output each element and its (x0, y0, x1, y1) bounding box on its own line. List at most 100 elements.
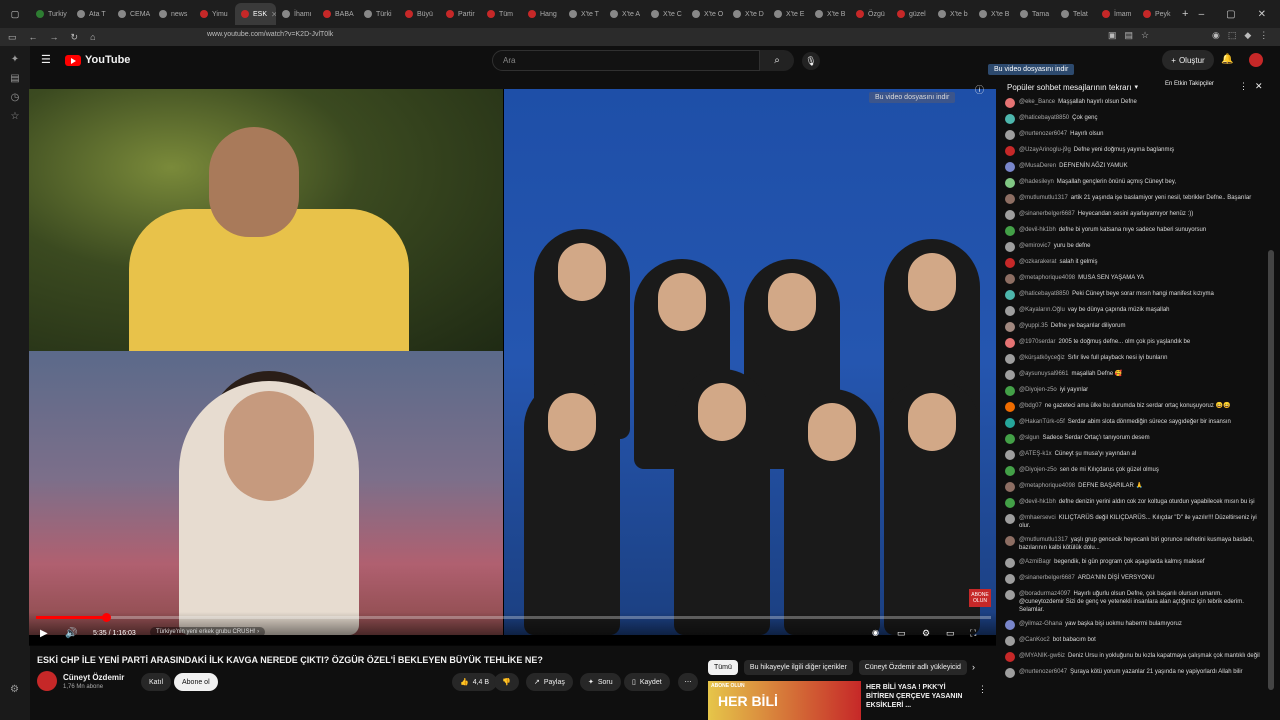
maximize-icon[interactable]: ▢ (1226, 9, 1235, 20)
chat-avatar[interactable] (1005, 574, 1015, 584)
chat-author[interactable]: @eke_Bance (1019, 99, 1055, 105)
chat-author[interactable]: @nurtenozer6047 (1019, 131, 1067, 137)
chapter-chip[interactable]: Türkiye'nin yeni erkek grubu CRUSH! › (150, 627, 266, 637)
back-icon[interactable]: ← (29, 32, 38, 42)
chat-author[interactable]: @aysunuysal9661 (1019, 371, 1068, 377)
chat-author[interactable]: @hadesileyn (1019, 179, 1054, 185)
related-chip[interactable]: Tümü (708, 660, 738, 675)
subscribe-button[interactable]: Abone ol (174, 673, 218, 691)
theater-icon[interactable]: ▭ (946, 628, 955, 639)
chat-avatar[interactable] (1005, 450, 1015, 460)
more-actions-button[interactable]: ⋯ (678, 673, 698, 691)
browser-tab[interactable]: X'te C (645, 3, 686, 25)
chat-author[interactable]: @Diyojen-z5o (1019, 387, 1057, 393)
chat-avatar[interactable] (1005, 146, 1015, 156)
chat-avatar[interactable] (1005, 418, 1015, 428)
browser-tab[interactable]: X'te b (932, 3, 973, 25)
related-chip[interactable]: Cüneyt Özdemir adlı yükleyicid (858, 660, 967, 675)
chat-author[interactable]: @HakanTürk-o5f (1019, 419, 1065, 425)
chat-avatar[interactable] (1005, 242, 1015, 252)
sidebar-settings-icon[interactable]: ⚙ (10, 684, 19, 695)
url-field[interactable]: www.youtube.com/watch?v=K2D-JvlT0lk (207, 31, 333, 38)
chat-avatar[interactable] (1005, 226, 1015, 236)
chat-author[interactable]: @CanKoc2 (1019, 637, 1050, 643)
chat-avatar[interactable] (1005, 498, 1015, 508)
search-button[interactable]: ⌕ (760, 50, 794, 71)
browser-tab[interactable]: Ata T (71, 3, 112, 25)
home-icon[interactable]: ⌂ (90, 32, 95, 42)
chat-author[interactable]: @Diyojen-z5o (1019, 467, 1057, 473)
chat-avatar[interactable] (1005, 194, 1015, 204)
subtitles-icon[interactable]: ▭ (897, 628, 906, 639)
ask-button[interactable]: ✦ Soru (580, 673, 621, 691)
sidebar-bookmarks-icon[interactable]: ☆ (0, 111, 30, 122)
channel-name[interactable]: Cüneyt Özdemir (63, 673, 124, 682)
youtube-logo[interactable]: YouTube (65, 54, 130, 66)
share-button[interactable]: ↗ Paylaş (526, 673, 573, 691)
scrubber-knob[interactable] (101, 613, 111, 622)
subscribe-watermark[interactable]: ABONE OLUN (969, 589, 991, 607)
browser-tab[interactable]: X'te A (604, 3, 645, 25)
chat-avatar[interactable] (1005, 290, 1015, 300)
browser-tab[interactable]: X'te D (727, 3, 768, 25)
chat-avatar[interactable] (1005, 322, 1015, 332)
browser-tab[interactable]: Hang (522, 3, 563, 25)
chat-author[interactable]: @haticebayat8850 (1019, 115, 1069, 121)
chat-author[interactable]: @sinanerbelger6687 (1019, 575, 1075, 581)
chat-avatar[interactable] (1005, 434, 1015, 444)
channel-avatar[interactable] (37, 671, 57, 691)
sidebar-reading-icon[interactable]: ▤ (0, 73, 30, 84)
like-button[interactable]: 👍 4,4 B (452, 673, 498, 691)
sidebar-toggle-icon[interactable]: ▭ (8, 32, 17, 43)
sidebar-history-icon[interactable]: ◷ (0, 92, 30, 103)
chat-author[interactable]: @emirovic7 (1019, 243, 1051, 249)
chat-scrollbar[interactable] (1268, 250, 1274, 690)
browser-tab[interactable]: Yimu (194, 3, 235, 25)
chat-author[interactable]: @ATEŞ-k1x (1019, 451, 1052, 457)
browser-tab[interactable]: Telat (1055, 3, 1096, 25)
minimize-icon[interactable]: – (1199, 9, 1205, 20)
browser-tab[interactable]: İhamı (276, 3, 317, 25)
top-fans-button[interactable]: En Etkin Takipçiler (1165, 81, 1214, 87)
browser-tab[interactable]: İmam (1096, 3, 1137, 25)
related-more-icon[interactable]: ⋮ (978, 684, 987, 695)
browser-tab[interactable]: X'te B (809, 3, 850, 25)
chat-author[interactable]: @AzmiBagr (1019, 559, 1051, 565)
chat-author[interactable]: @metaphorique4098 (1019, 275, 1075, 281)
chevron-down-icon[interactable]: ▾ (1135, 83, 1139, 91)
search-input[interactable]: Ara (492, 50, 760, 71)
browser-tab[interactable]: CEMA (112, 3, 153, 25)
browser-tab[interactable]: BABA (317, 3, 358, 25)
create-button[interactable]: + Oluştur (1162, 50, 1214, 70)
chat-avatar[interactable] (1005, 306, 1015, 316)
browser-tab[interactable]: Büyü (399, 3, 440, 25)
browser-tab[interactable]: ESK ✕ (235, 3, 276, 25)
chat-author[interactable]: @1970serdar (1019, 339, 1055, 345)
reload-icon[interactable]: ↻ (71, 32, 79, 43)
chat-avatar[interactable] (1005, 558, 1015, 568)
chat-avatar[interactable] (1005, 590, 1015, 600)
chat-author[interactable]: @metaphorique4098 (1019, 483, 1075, 489)
forward-icon[interactable]: → (50, 32, 59, 42)
related-chip[interactable]: Bu hikayeyle ilgili diğer içerikler (743, 660, 853, 675)
chips-next-icon[interactable]: › (972, 662, 975, 672)
chat-avatar[interactable] (1005, 466, 1015, 476)
tab-overview-icon[interactable]: ▢ (0, 9, 30, 20)
chat-author[interactable]: @haticebayat8850 (1019, 291, 1069, 297)
new-tab-icon[interactable]: + (1182, 8, 1188, 20)
chat-mode-dropdown[interactable]: Popüler sohbet mesajlarının tekrarı (1007, 83, 1132, 92)
related-title[interactable]: HER BİLİ YASA ! PKK'Yİ BİTİREN ÇERÇEVE Y… (866, 683, 974, 710)
save-button[interactable]: ▯ Kaydet (624, 673, 670, 691)
chat-avatar[interactable] (1005, 210, 1015, 220)
related-thumbnail[interactable]: ABONE OLUN HER BİLİ (708, 681, 861, 720)
chat-avatar[interactable] (1005, 620, 1015, 630)
chat-avatar[interactable] (1005, 370, 1015, 380)
autoplay-toggle[interactable]: ◉ (872, 628, 879, 637)
video-player[interactable]: Bu video dosyasını indir ABONE OLUN (29, 89, 996, 645)
chat-author[interactable]: @devil-hk1bh (1019, 499, 1056, 505)
chat-avatar[interactable] (1005, 258, 1015, 268)
dislike-button[interactable]: 👎 (494, 673, 519, 691)
chat-author[interactable]: @yilmaz-Ghana (1019, 621, 1062, 627)
browser-tab[interactable]: Tama (1014, 3, 1055, 25)
chat-author[interactable]: @yuppi.35 (1019, 323, 1048, 329)
